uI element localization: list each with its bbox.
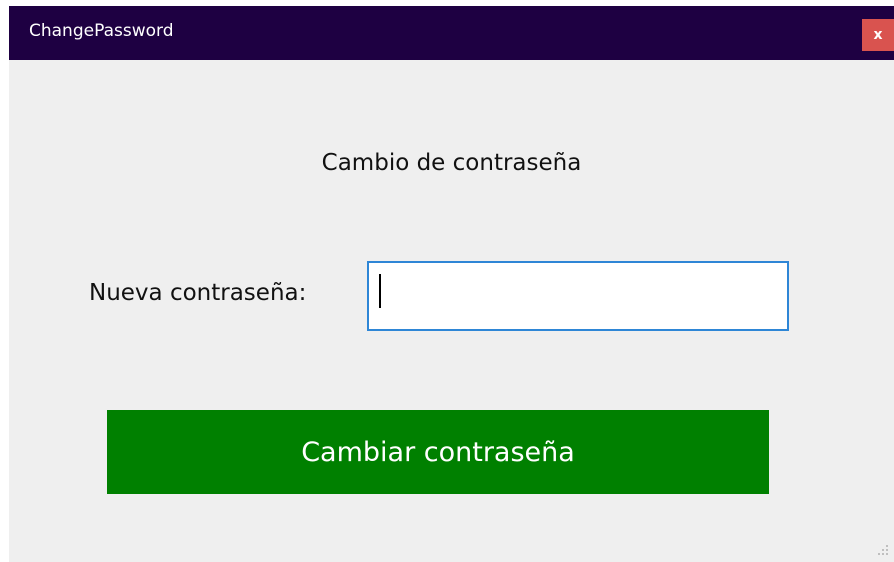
new-password-input[interactable] <box>367 261 789 331</box>
resize-grip-icon[interactable] <box>877 544 889 556</box>
text-caret <box>379 274 381 308</box>
close-button[interactable]: x <box>862 19 894 51</box>
change-password-window: ChangePassword x Cambio de contraseña Nu… <box>9 6 894 562</box>
change-password-button[interactable]: Cambiar contraseña <box>107 410 769 494</box>
form-heading: Cambio de contraseña <box>321 150 582 176</box>
window-title: ChangePassword <box>29 21 174 41</box>
new-password-label: Nueva contraseña: <box>89 280 307 306</box>
title-bar[interactable]: ChangePassword x <box>9 6 894 60</box>
